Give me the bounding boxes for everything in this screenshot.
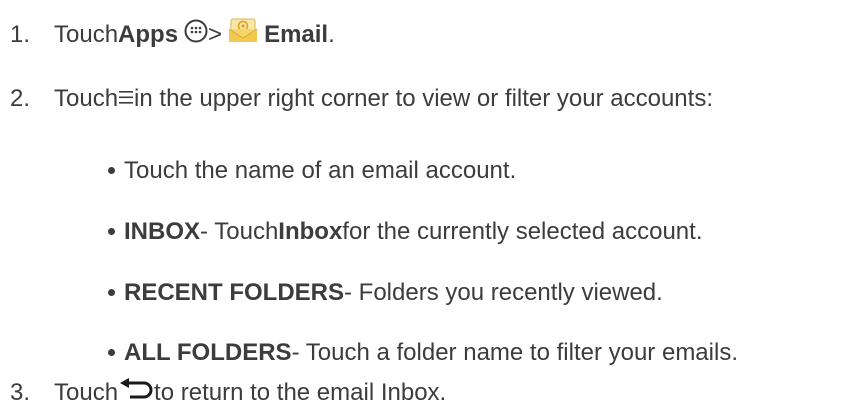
- bullet-4-label: ALL FOLDERS: [124, 339, 292, 366]
- bullet-2-label: INBOX: [124, 218, 201, 245]
- step-1-prefix: Touch: [54, 21, 119, 48]
- bullet-3-label: RECENT FOLDERS: [124, 279, 345, 306]
- bullet-dot: [108, 289, 115, 296]
- bullet-2-text: for the currently selected account.: [342, 218, 703, 245]
- menu-icon: [118, 84, 134, 114]
- step-3-text: to return to the email Inbox.: [154, 379, 447, 406]
- step-2-text: in the upper right corner to view or fil…: [134, 85, 713, 112]
- step-2-number: 2.: [10, 85, 31, 112]
- step-3-number: 3.: [10, 379, 31, 406]
- step-3-prefix: Touch: [54, 379, 119, 406]
- bullet-dot: [108, 228, 115, 235]
- step-2-prefix: Touch: [54, 85, 119, 112]
- bullet-dot: [108, 349, 115, 356]
- email-app-icon: [228, 18, 258, 52]
- step-3: 3. Touch to return to the email Inbox.: [10, 378, 446, 408]
- step-2: 2. Touch in the upper right corner to vi…: [10, 84, 713, 114]
- bullet-dot: [108, 167, 115, 174]
- step-1-suffix: .: [328, 21, 335, 48]
- bullet-account-name: Touch the name of an email account.: [124, 156, 516, 186]
- step-1-number: 1.: [10, 21, 31, 48]
- bullet-3-text: - Folders you recently viewed.: [344, 279, 663, 306]
- bullet-2-mid: - Touch: [200, 218, 279, 245]
- bullet-4-text: - Touch a folder name to filter your ema…: [291, 339, 738, 366]
- bullet-recent-folders: RECENT FOLDERS - Folders you recently vi…: [124, 278, 663, 308]
- instruction-document: 1. Touch Apps > Email . 2. Touch in the …: [0, 0, 842, 409]
- step-1: 1. Touch Apps > Email .: [10, 18, 335, 52]
- back-arrow-icon: [118, 378, 154, 408]
- step-1-email-label: Email: [264, 21, 329, 48]
- bullet-1-text: Touch the name of an email account.: [124, 157, 517, 184]
- bullet-2-bold: Inbox: [278, 218, 343, 245]
- apps-icon: [184, 19, 208, 51]
- step-1-apps-label: Apps: [118, 21, 179, 48]
- step-1-separator: >: [208, 21, 223, 48]
- bullet-all-folders: ALL FOLDERS - Touch a folder name to fil…: [124, 338, 738, 368]
- bullet-inbox: INBOX - Touch Inbox for the currently se…: [124, 217, 702, 247]
